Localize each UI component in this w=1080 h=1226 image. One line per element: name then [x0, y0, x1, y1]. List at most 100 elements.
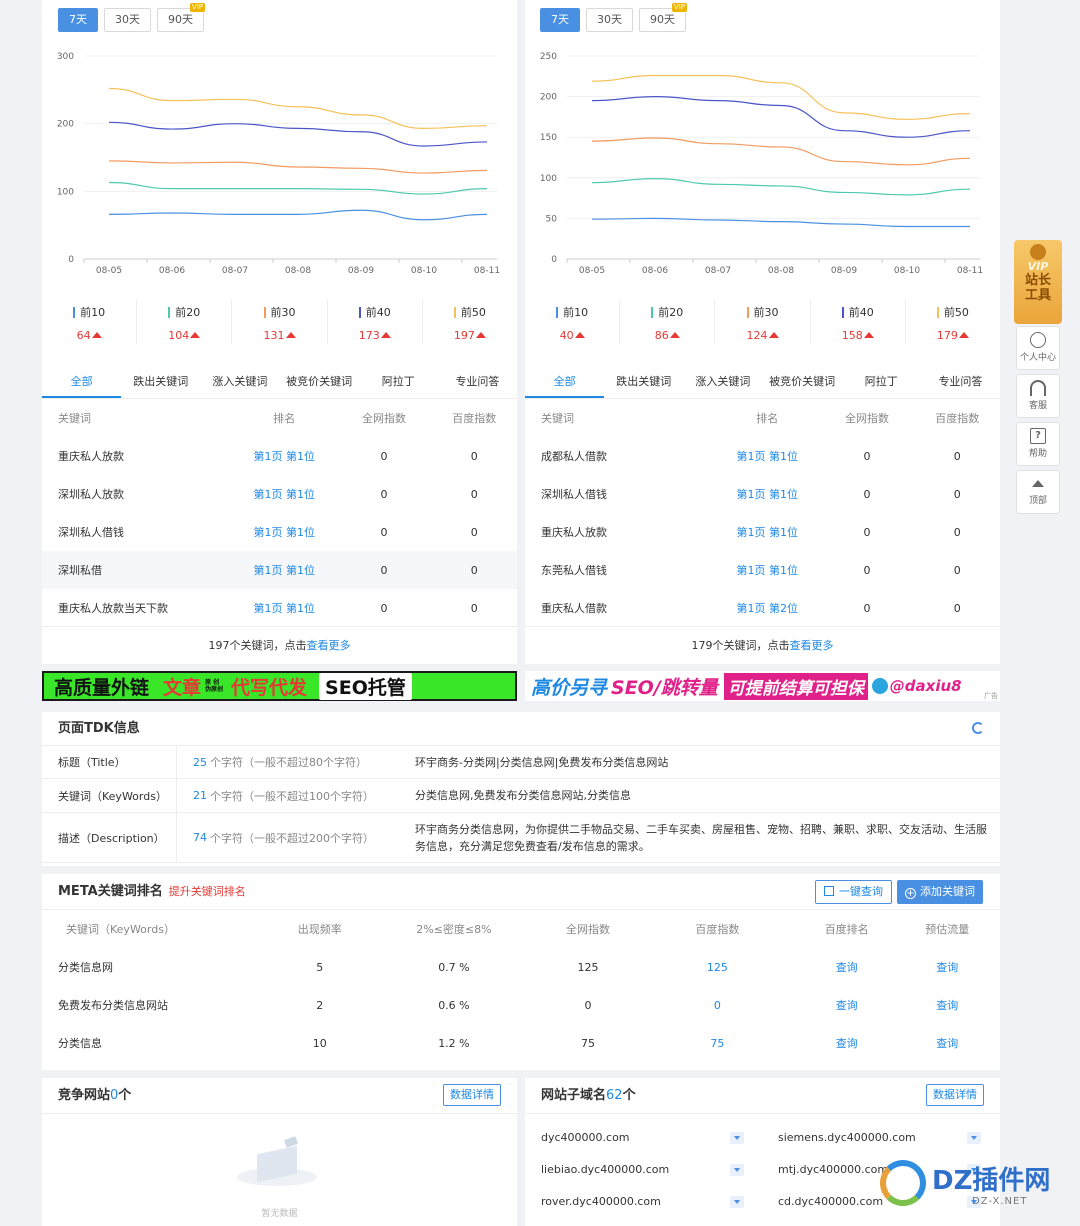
legend-label: 前40: [365, 306, 391, 319]
subdomain-detail-button[interactable]: 数据详情: [926, 1084, 984, 1106]
rank-link[interactable]: 第1页 第1位: [232, 551, 337, 589]
vip-tool-badge[interactable]: VIP 站长工具: [1014, 240, 1062, 324]
sidebar-user-center[interactable]: 个人中心: [1016, 326, 1060, 370]
sidebar-service[interactable]: 客服: [1016, 374, 1060, 418]
rank-link[interactable]: 第1页 第1位: [232, 437, 337, 475]
ad-banner-left[interactable]: 高质量外链 文章 原 创 伪原创 代写代发 SEO托管: [42, 671, 517, 701]
arrow-up-icon: [669, 332, 680, 338]
legend-item[interactable]: 前20 104: [137, 300, 233, 344]
range-90d-label: 90天: [650, 13, 675, 26]
subdomain-title: 网站子域名: [541, 1088, 607, 1103]
tab-2[interactable]: 涨入关键词: [683, 366, 762, 398]
competitor-detail-button[interactable]: 数据详情: [443, 1084, 501, 1106]
subdomain-item[interactable]: rover.dyc400000.com: [541, 1195, 661, 1208]
tab-1[interactable]: 跌出关键词: [121, 366, 200, 398]
legend-item[interactable]: 前40 158: [811, 300, 906, 344]
legend-item[interactable]: 前40 173: [328, 300, 423, 344]
left-rank-panel: 7天 30天 90天 VIP 0 100 200 300 08-05 08-06 08-07 0…: [42, 0, 517, 664]
rank-link[interactable]: 第1页 第1位: [715, 513, 820, 551]
baidu-index-link[interactable]: 75: [636, 1024, 799, 1062]
telegram-icon: [871, 678, 888, 694]
legend-value-text: 86: [654, 329, 669, 342]
legend-item[interactable]: 前30 131: [232, 300, 328, 344]
subdomain-item[interactable]: cd.dyc400000.com: [778, 1195, 883, 1208]
series-line-前50: [591, 74, 971, 120]
add-keyword-button[interactable]: + 添加关键词: [897, 880, 983, 904]
legend-item[interactable]: 前30 124: [715, 300, 811, 344]
legend-item[interactable]: 前20 86: [620, 300, 716, 344]
legend-name: 前50: [906, 304, 1000, 320]
refresh-icon[interactable]: [972, 722, 984, 734]
legend-color-swatch: [73, 306, 76, 318]
chevron-down-icon[interactable]: [967, 1132, 981, 1144]
tab-0[interactable]: 全部: [525, 366, 605, 398]
keyword-cell: 深圳私借: [42, 551, 232, 589]
meta-cell: 10: [312, 1036, 327, 1050]
subdomain-item[interactable]: dyc400000.com: [541, 1131, 630, 1144]
tab-5[interactable]: 专业问答: [438, 366, 517, 398]
rank-link[interactable]: 第1页 第1位: [715, 475, 820, 513]
baidu-index-link[interactable]: 0: [636, 986, 799, 1024]
query-link[interactable]: 查询: [799, 948, 895, 986]
query-link[interactable]: 查询: [895, 1024, 1000, 1062]
legend-item[interactable]: 前50 179: [906, 300, 1000, 344]
tab-5[interactable]: 专业问答: [921, 366, 1000, 398]
sidebar-help[interactable]: ? 帮助: [1016, 422, 1060, 466]
legend-item[interactable]: 前10 64: [42, 300, 138, 344]
query-link[interactable]: 查询: [799, 1024, 895, 1062]
right-chart-legend: 前10 40 前20 86 前30 124 前40 158 前50 179: [525, 300, 1000, 344]
table-row: 深圳私人借钱 第1页 第1位 0 0: [525, 475, 1000, 513]
arrow-up-icon: [475, 332, 486, 338]
baidu-index-link[interactable]: 125: [636, 948, 799, 986]
chevron-down-icon[interactable]: [730, 1132, 744, 1144]
query-link[interactable]: 查询: [895, 986, 1000, 1024]
tab-3[interactable]: 被竞价关键词: [763, 366, 842, 398]
rank-link[interactable]: 第1页 第1位: [232, 513, 337, 551]
subdomain-item[interactable]: liebiao.dyc400000.com: [541, 1163, 669, 1176]
range-7d-button[interactable]: 7天: [58, 8, 98, 32]
tab-4[interactable]: 阿拉丁: [359, 366, 438, 398]
query-link[interactable]: 查询: [799, 986, 895, 1024]
tab-4[interactable]: 阿拉丁: [842, 366, 921, 398]
rank-link[interactable]: 第1页 第1位: [715, 437, 820, 475]
legend-label: 前20: [175, 306, 201, 319]
subdomain-item[interactable]: siemens.dyc400000.com: [778, 1131, 916, 1144]
chevron-down-icon[interactable]: [730, 1164, 744, 1176]
query-link[interactable]: 查询: [895, 948, 1000, 986]
right-more-link[interactable]: 查看更多: [790, 639, 834, 652]
chevron-down-icon[interactable]: [730, 1196, 744, 1208]
range-90d-button[interactable]: 90天 VIP: [639, 3, 687, 32]
range-30d-button[interactable]: 30天: [586, 8, 633, 32]
rank-link[interactable]: 第1页 第2位: [715, 589, 820, 627]
x-tick-label: 08-05: [96, 266, 122, 276]
left-keyword-tabs: 全部 跌出关键词 涨入关键词 被竞价关键词 阿拉丁 专业问答: [42, 366, 517, 399]
rank-link[interactable]: 第1页 第1位: [232, 589, 337, 627]
column-header: 预估流量: [925, 923, 970, 936]
keyword-cell: 重庆私人放款: [58, 450, 124, 463]
legend-label: 前40: [848, 306, 874, 319]
sidebar-top[interactable]: 顶部: [1016, 470, 1060, 514]
meta-cell: 5: [316, 960, 324, 974]
rank-link[interactable]: 第1页 第1位: [715, 551, 820, 589]
legend-label: 前50: [943, 306, 969, 319]
tab-2[interactable]: 涨入关键词: [200, 366, 279, 398]
one-click-query-button[interactable]: 一键查询: [815, 880, 892, 904]
ad-banner-right[interactable]: 高价另寻 SEO/跳转量 可提前结算可担保 @daxiu8 广告: [525, 671, 1000, 701]
index-cell: 0: [470, 525, 478, 539]
range-90d-button[interactable]: 90天 VIP: [157, 3, 205, 32]
legend-item[interactable]: 前50 197: [423, 300, 517, 344]
tab-0[interactable]: 全部: [42, 366, 122, 398]
tab-3[interactable]: 被竞价关键词: [280, 366, 359, 398]
series-line-前40: [591, 95, 971, 138]
meta-subtitle-link[interactable]: 提升关键词排名: [169, 885, 246, 898]
range-30d-button[interactable]: 30天: [104, 8, 151, 32]
legend-item[interactable]: 前10 40: [525, 300, 621, 344]
left-keyword-table: 关键词 排名 全网指数 百度指数 重庆私人放款 第1页 第1位 0 0 深圳私人放款 第1页 第1…: [42, 399, 517, 627]
tab-1[interactable]: 跌出关键词: [604, 366, 683, 398]
left-more-link[interactable]: 查看更多: [307, 639, 351, 652]
series-line-前40: [108, 121, 488, 147]
subdomain-item[interactable]: mtj.dyc400000.com: [778, 1163, 888, 1176]
right-rank-panel: 7天 30天 90天 VIP 0 50 100 150 200 250 08-05 08-06 0…: [525, 0, 1000, 664]
range-7d-button[interactable]: 7天: [540, 8, 580, 32]
rank-link[interactable]: 第1页 第1位: [232, 475, 337, 513]
